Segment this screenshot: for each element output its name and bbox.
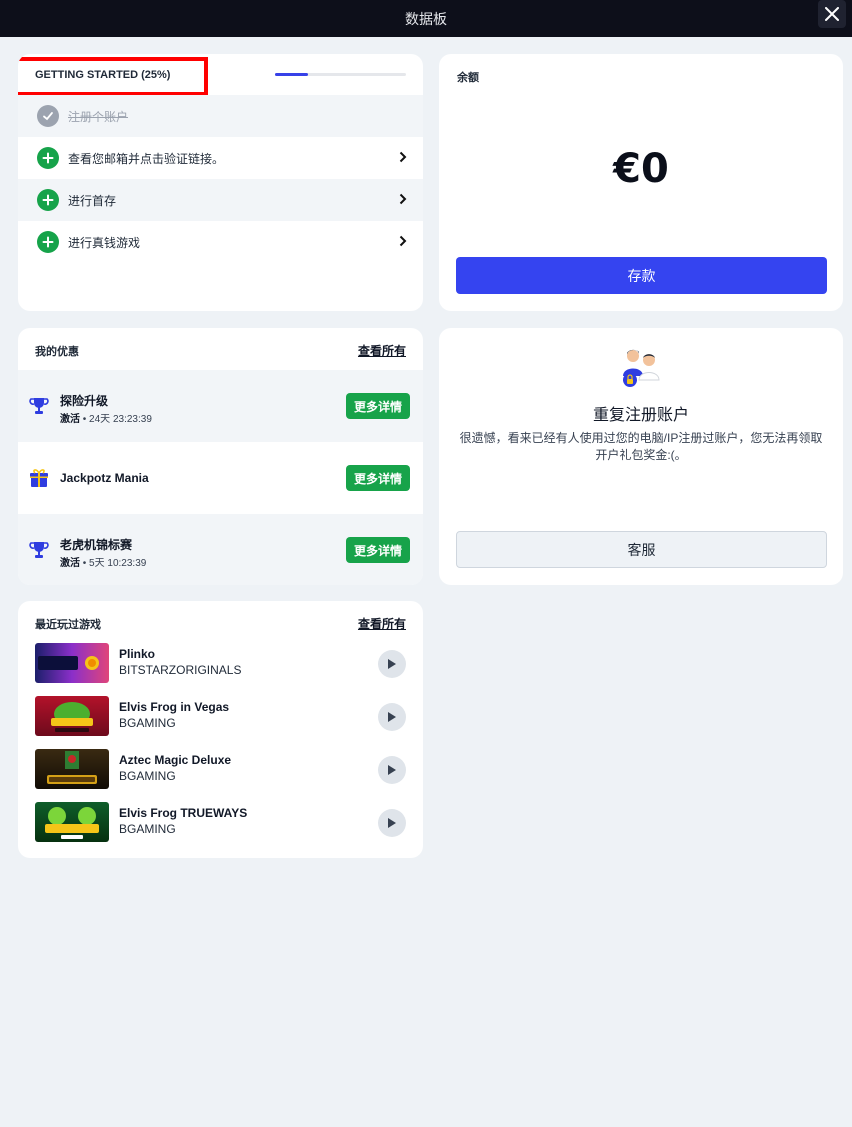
- game-provider: BGAMING: [119, 822, 176, 836]
- support-button[interactable]: 客服: [456, 531, 827, 568]
- offer-status-active: 激活: [60, 414, 80, 425]
- step-label: 进行真钱游戏: [68, 235, 141, 250]
- trophy-icon: [29, 542, 49, 558]
- game-provider: BITSTARZORIGINALS: [119, 663, 242, 677]
- game-name: Elvis Frog TRUEWAYS: [119, 806, 248, 820]
- play-icon: [388, 659, 396, 669]
- game-thumbnail[interactable]: [35, 749, 109, 789]
- step-verify-email[interactable]: 查看您邮箱并点击验证链接。: [18, 137, 423, 179]
- game-item: Elvis Frog in Vegas BGAMING: [18, 696, 423, 749]
- game-name: Plinko: [119, 647, 156, 661]
- step-real-money-play[interactable]: 进行真钱游戏: [18, 221, 423, 263]
- offers-header: 我的优惠 查看所有: [18, 328, 423, 370]
- play-icon: [388, 712, 396, 722]
- offer-name: Jackpotz Mania: [60, 471, 149, 485]
- duplicate-account-card: 重复注册账户 很遗憾，看来已经有人使用过您的电脑/IP注册过账户，您无法再领取开…: [439, 328, 843, 585]
- offer-status: 激活 • 24天 23:23:39: [60, 410, 152, 425]
- game-name: Elvis Frog in Vegas: [119, 700, 230, 714]
- recent-games-header: 最近玩过游戏 查看所有: [18, 601, 423, 643]
- getting-started-header: GETTING STARTED (25%): [18, 54, 423, 96]
- play-button[interactable]: [378, 756, 406, 784]
- offer-details-button[interactable]: 更多详情: [346, 393, 410, 419]
- play-button[interactable]: [378, 809, 406, 837]
- game-item: Elvis Frog TRUEWAYS BGAMING: [18, 802, 423, 855]
- game-provider: BGAMING: [119, 716, 176, 730]
- step-label: 进行首存: [68, 193, 117, 208]
- plus-icon: [37, 231, 59, 253]
- play-button[interactable]: [378, 650, 406, 678]
- highlight-box: [18, 57, 208, 96]
- plus-icon: [37, 189, 59, 211]
- getting-started-card: GETTING STARTED (25%) 注册个账户 查看您邮箱并点击验证链接…: [18, 54, 423, 311]
- game-provider: BGAMING: [119, 769, 176, 783]
- progress-fill: [275, 73, 308, 76]
- chevron-right-icon: [399, 151, 407, 163]
- deposit-button[interactable]: 存款: [456, 257, 827, 294]
- offer-item: 探险升级 激活 • 24天 23:23:39 更多详情: [18, 370, 423, 442]
- my-offers-card: 我的优惠 查看所有 探险升级 激活 • 24天 23:23:39 更多详情 Ja…: [18, 328, 423, 585]
- close-icon: [825, 7, 839, 21]
- offer-name: 老虎机锦标赛: [60, 538, 133, 552]
- game-item: Aztec Magic Deluxe BGAMING: [18, 749, 423, 802]
- chevron-right-icon: [399, 193, 407, 205]
- offer-item: Jackpotz Mania 更多详情: [18, 442, 423, 514]
- offer-status-active: 激活: [60, 558, 80, 569]
- chevron-right-icon: [399, 235, 407, 247]
- offer-status: 激活 • 5天 10:23:39: [60, 554, 146, 569]
- users-lock-icon: [623, 349, 660, 387]
- offer-timer: • 24天 23:23:39: [80, 414, 152, 425]
- balance-label: 余额: [457, 72, 479, 84]
- step-first-deposit[interactable]: 进行首存: [18, 179, 423, 221]
- step-label: 注册个账户: [68, 109, 129, 124]
- step-label: 查看您邮箱并点击验证链接。: [68, 151, 225, 166]
- play-icon: [388, 818, 396, 828]
- check-icon: [37, 105, 59, 127]
- getting-started-progress: [275, 73, 406, 76]
- top-bar: 数据板: [0, 0, 852, 37]
- recent-games-card: 最近玩过游戏 查看所有 Plinko BITSTARZORIGINALS Elv…: [18, 601, 423, 858]
- offer-name: 探险升级: [60, 394, 109, 408]
- game-thumbnail[interactable]: [35, 802, 109, 842]
- page-title: 数据板: [405, 10, 447, 27]
- duplicate-description: 很遗憾，看来已经有人使用过您的电脑/IP注册过账户，您无法再领取开户礼包奖金:(…: [459, 431, 823, 462]
- duplicate-title: 重复注册账户: [592, 407, 689, 424]
- game-thumbnail[interactable]: [35, 643, 109, 683]
- balance-card: 余额 €0 存款: [439, 54, 843, 311]
- balance-amount: €0: [613, 146, 669, 192]
- game-name: Aztec Magic Deluxe: [119, 753, 232, 767]
- offer-item: 老虎机锦标赛 激活 • 5天 10:23:39 更多详情: [18, 514, 423, 585]
- recent-games-title: 最近玩过游戏: [35, 619, 101, 631]
- offers-view-all-link[interactable]: 查看所有: [358, 342, 406, 359]
- offer-details-button[interactable]: 更多详情: [346, 465, 410, 491]
- game-thumbnail[interactable]: [35, 696, 109, 736]
- game-item: Plinko BITSTARZORIGINALS: [18, 643, 423, 696]
- gift-icon: [30, 469, 48, 487]
- offers-title: 我的优惠: [35, 346, 79, 358]
- play-icon: [388, 765, 396, 775]
- offer-timer: • 5天 10:23:39: [80, 558, 147, 569]
- close-button[interactable]: [818, 0, 846, 28]
- recent-games-view-all-link[interactable]: 查看所有: [358, 615, 406, 632]
- step-register: 注册个账户: [18, 95, 423, 137]
- offer-details-button[interactable]: 更多详情: [346, 537, 410, 563]
- play-button[interactable]: [378, 703, 406, 731]
- plus-icon: [37, 147, 59, 169]
- trophy-icon: [29, 398, 49, 414]
